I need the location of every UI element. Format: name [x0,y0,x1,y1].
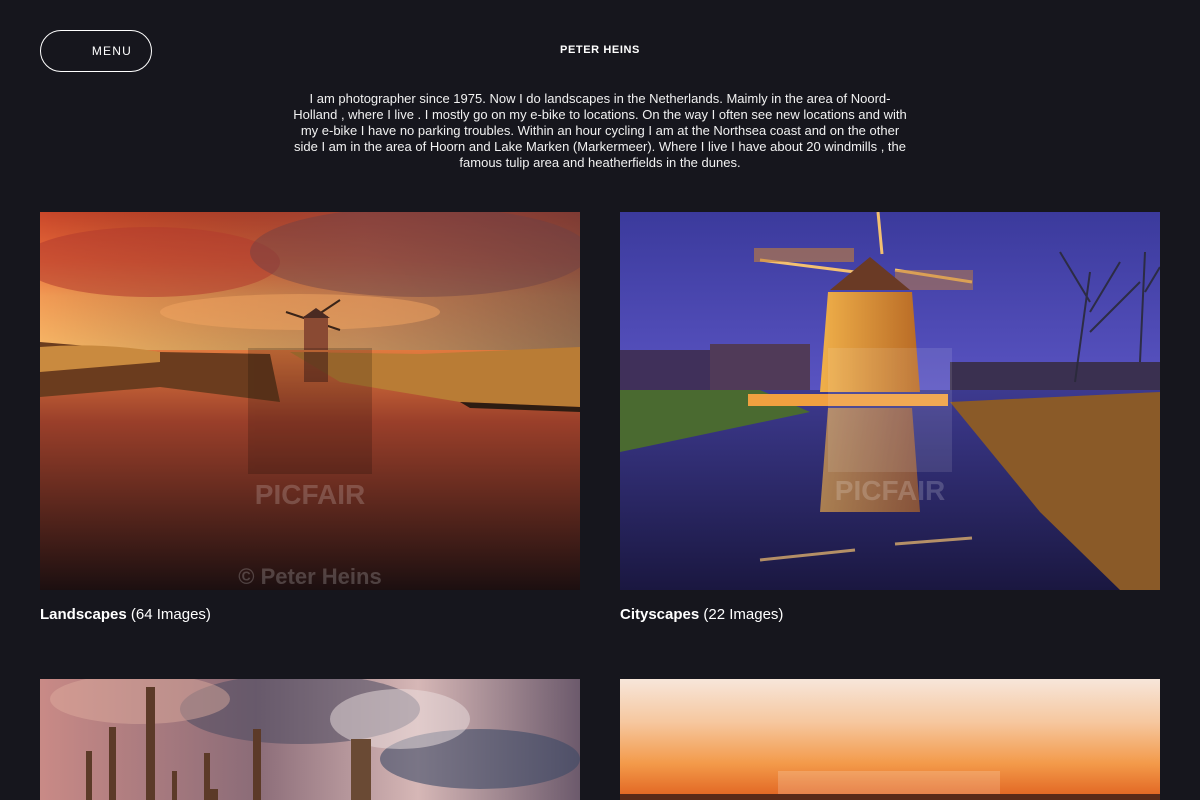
gallery-card-3[interactable] [40,679,580,800]
site-title[interactable]: PETER HEINS [0,44,1200,56]
gallery-thumbnail-4[interactable] [620,679,1160,800]
page: MENU PETER HEINS I am photographer since… [0,0,1200,800]
intro-text: I am photographer since 1975. Now I do l… [293,91,907,170]
gallery-title: Cityscapes [620,606,700,623]
watermark-brand: PICFAIR [255,479,365,510]
gallery-card-cityscapes[interactable]: PICFAIR Cityscapes (22 Images) [620,212,1160,624]
gallery-count: (22 Images) [703,606,784,623]
cityscape-windmill-photo: PICFAIR [620,212,1160,590]
sunset-horizon-photo [620,679,1160,800]
gallery-thumbnail-landscapes[interactable]: PICFAIR © Peter Heins [40,212,580,590]
watermark-brand: PICFAIR [835,475,945,506]
gallery-thumbnail-cityscapes[interactable]: PICFAIR [620,212,1160,590]
pier-posts-photo [40,679,580,800]
gallery-caption-cityscapes[interactable]: Cityscapes (22 Images) [620,606,1160,624]
gallery-caption-landscapes[interactable]: Landscapes (64 Images) [40,606,580,624]
gallery-card-4[interactable] [620,679,1160,800]
gallery-title: Landscapes [40,606,127,623]
gallery-card-landscapes[interactable]: PICFAIR © Peter Heins Landscapes (64 Ima… [40,212,580,624]
landscape-windmill-photo: PICFAIR © Peter Heins [40,212,580,590]
gallery-count: (64 Images) [130,606,211,623]
gallery-thumbnail-3[interactable] [40,679,580,800]
watermark-credit: © Peter Heins [238,564,381,589]
